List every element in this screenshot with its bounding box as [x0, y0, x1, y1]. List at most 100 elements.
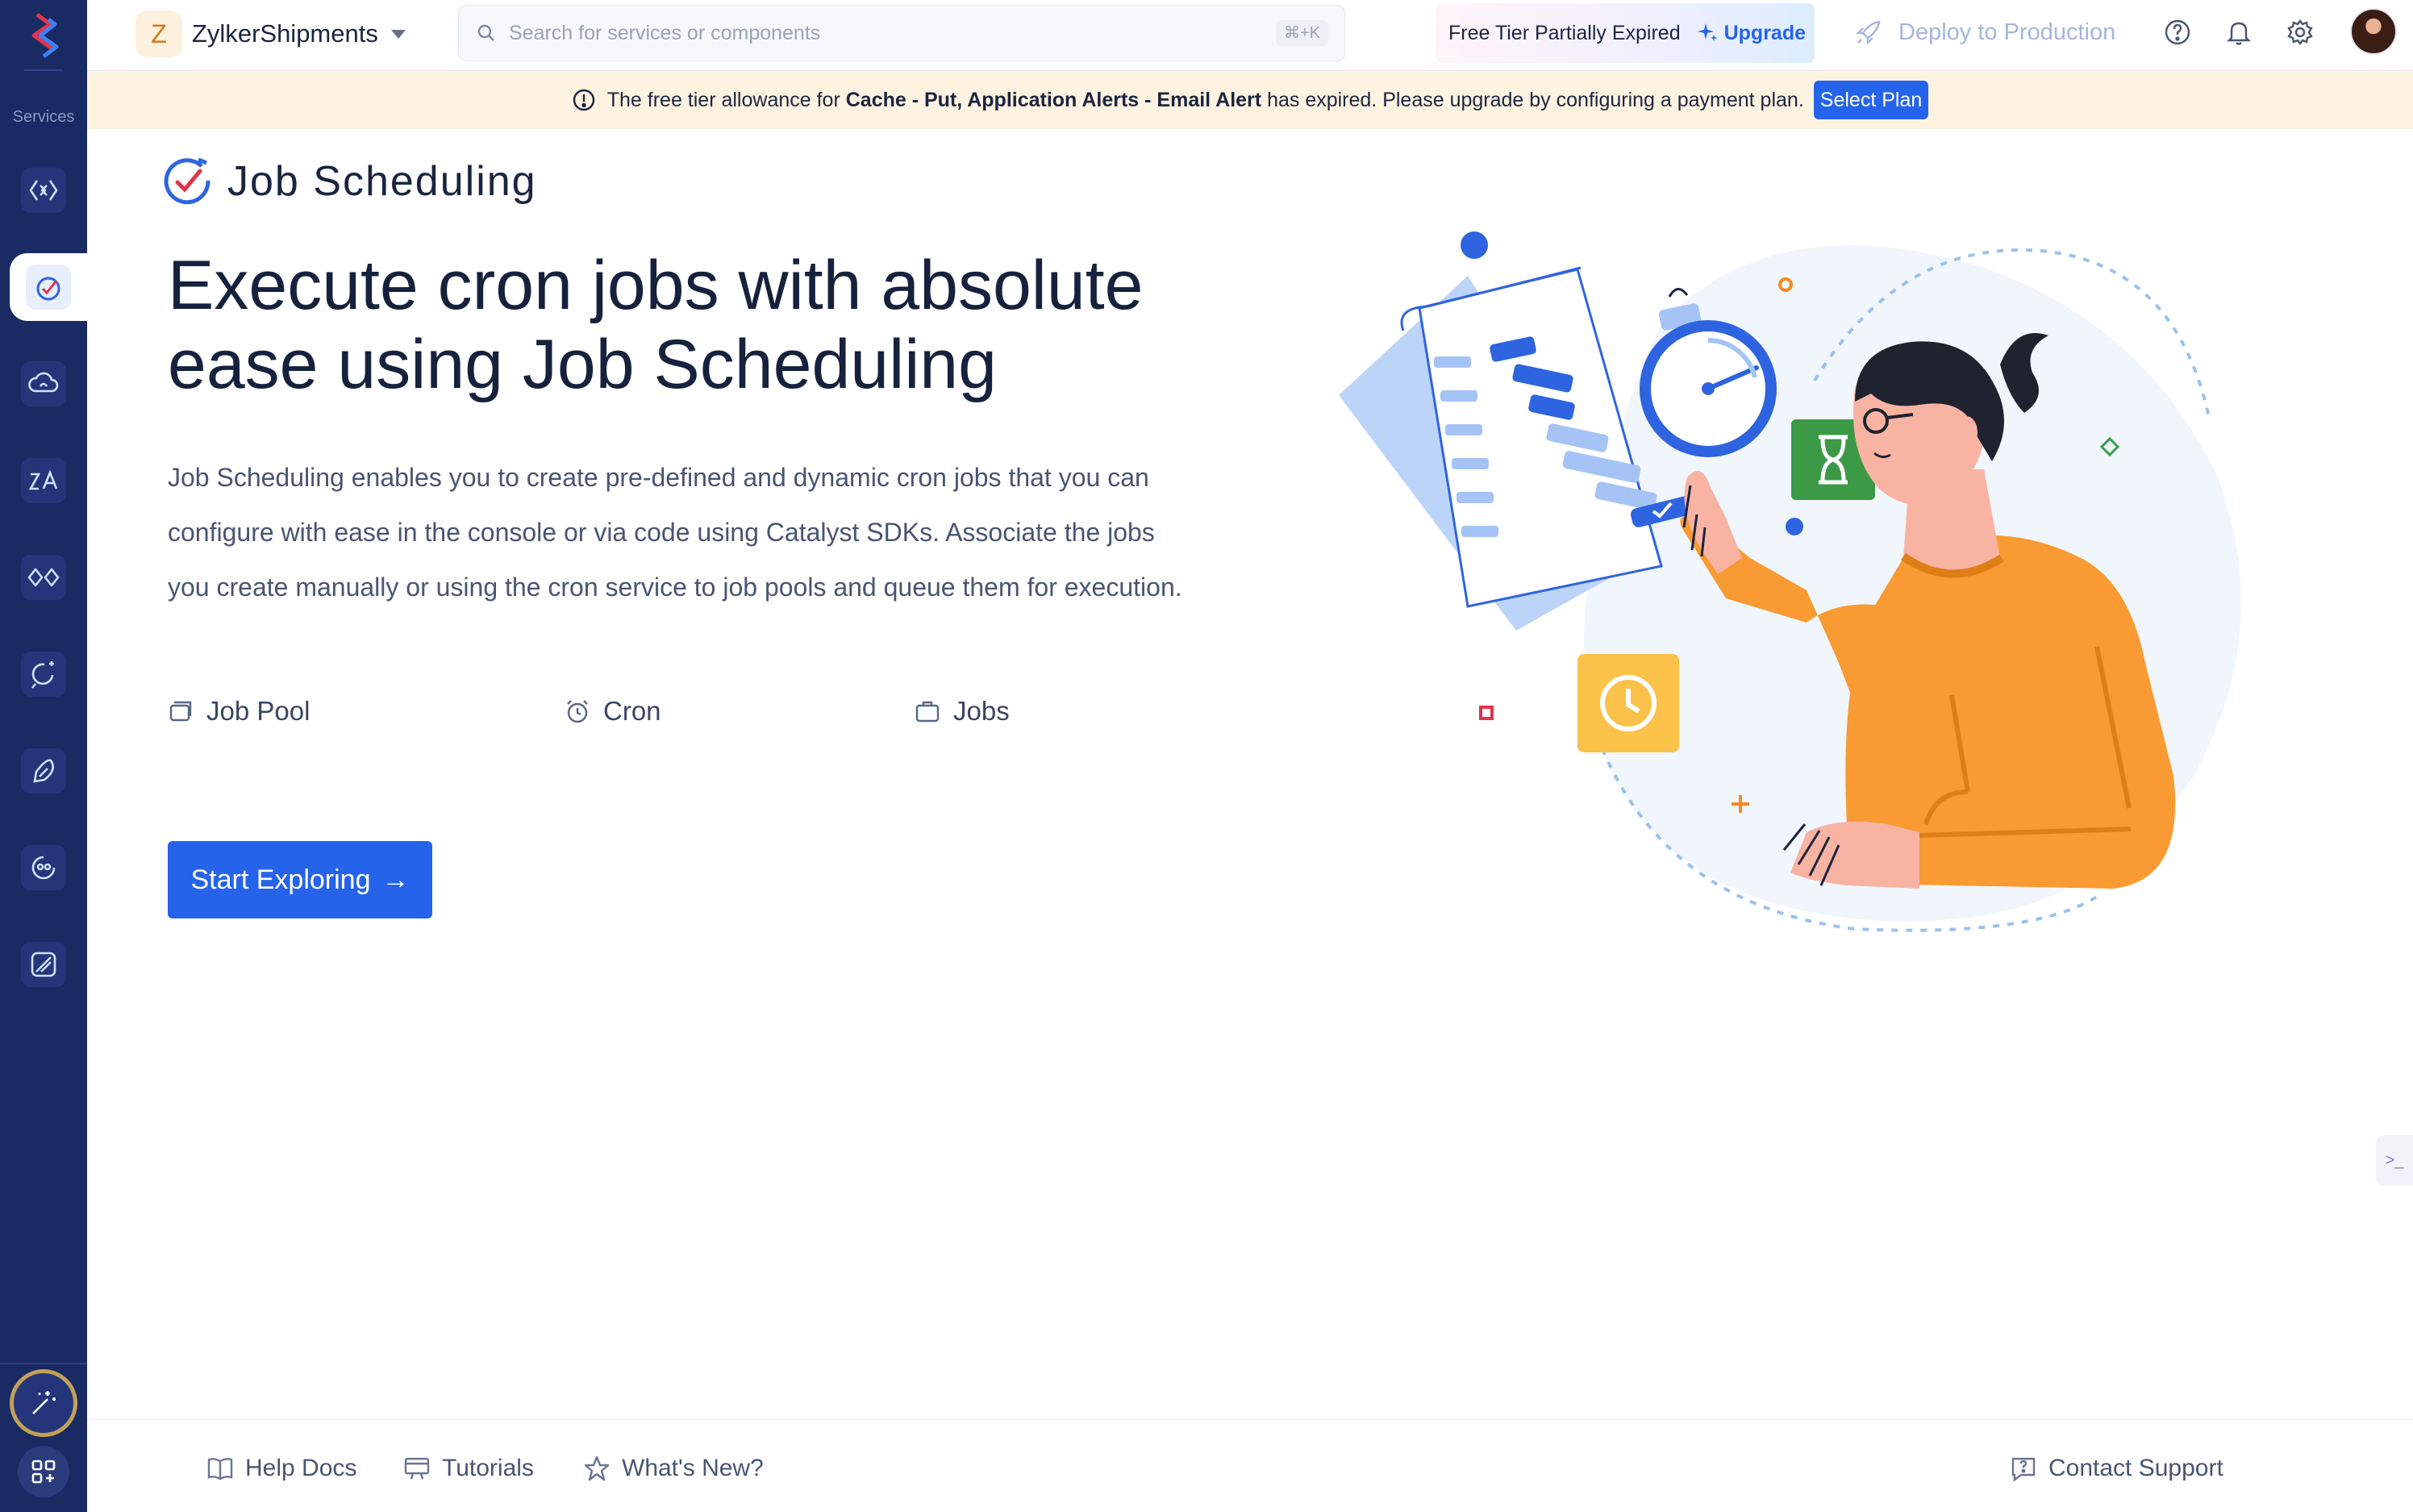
desc-line-3: you create manually or using the cron se…	[168, 573, 1182, 602]
tutorials-label: Tutorials	[442, 1455, 534, 1481]
whats-new-link[interactable]: What's New?	[583, 1452, 764, 1485]
book-icon	[207, 1458, 233, 1481]
sparkle-icon	[1697, 23, 1717, 41]
decor-square	[1479, 706, 1494, 720]
contact-support-link[interactable]: Contact Support	[2010, 1452, 2223, 1485]
api-gateway-icon	[29, 180, 58, 201]
star-icon	[584, 1456, 610, 1481]
rail-item-quickml[interactable]	[0, 640, 87, 708]
settings-button[interactable]	[2282, 15, 2318, 50]
rocket-icon	[1856, 20, 1881, 45]
start-exploring-label: Start Exploring	[190, 864, 371, 895]
feature-cron[interactable]: Cron	[565, 692, 661, 731]
briefcase-icon	[915, 701, 940, 723]
cloud-functions-icon	[28, 372, 59, 393]
help-circle-icon	[2165, 19, 2190, 45]
job-scheduling-icon	[164, 157, 210, 205]
job-scheduling-icon	[36, 277, 60, 301]
arrow-right-icon: →	[381, 864, 410, 895]
feature-cron-label: Cron	[603, 696, 661, 726]
rail-item-cloud-functions[interactable]	[0, 350, 87, 418]
footer: Help Docs Tutorials What's New? Contact …	[87, 1419, 2413, 1512]
stopwatch-stem	[1668, 288, 1689, 298]
feature-job-pool-label: Job Pool	[206, 696, 310, 726]
person-ear	[1955, 416, 1977, 448]
service-title: Job Scheduling	[227, 158, 537, 205]
help-button[interactable]	[2160, 15, 2195, 50]
search-shortcut: ⌘+K	[1275, 20, 1328, 46]
alert-circle-icon	[573, 89, 594, 111]
tutorials-icon	[404, 1457, 430, 1480]
decor-dot	[1786, 518, 1803, 535]
project-initial-badge: Z	[135, 10, 182, 57]
bell-icon	[2227, 22, 2251, 45]
service-header: Job Scheduling	[161, 155, 537, 208]
banner-prefix: The free tier allowance for	[606, 88, 840, 111]
rail-item-zia[interactable]	[0, 447, 87, 514]
upgrade-button[interactable]: Upgrade	[1697, 22, 1806, 45]
apps-grid-icon	[31, 1460, 56, 1484]
terminal-side-tab[interactable]: >_	[2376, 1135, 2413, 1185]
stopwatch-center	[1702, 382, 1715, 395]
tutorials-link[interactable]: Tutorials	[403, 1452, 534, 1485]
quickml-icon	[31, 661, 54, 689]
alarm-clock-icon	[567, 700, 588, 723]
free-tier-status: Free Tier Partially Expired Upgrade	[1436, 3, 1815, 63]
rail-item-data[interactable]	[0, 931, 87, 998]
search-input[interactable]: Search for services or components ⌘+K	[458, 5, 1345, 61]
job-pool-icon	[169, 701, 192, 722]
free-tier-text: Free Tier Partially Expired	[1448, 21, 1681, 44]
rail-divider-bottom	[0, 1363, 87, 1364]
select-plan-button[interactable]: Select Plan	[1813, 81, 1929, 119]
rail-item-signals[interactable]	[0, 834, 87, 902]
signals-icon	[31, 856, 56, 880]
project-name: ZylkerShipments	[192, 19, 378, 48]
pipelines-icon	[33, 759, 54, 783]
user-avatar[interactable]	[2350, 8, 2397, 55]
rail-services-label: Services	[12, 108, 75, 126]
help-docs-label: Help Docs	[245, 1455, 357, 1481]
contact-support-label: Contact Support	[2048, 1455, 2223, 1481]
magic-wand-button[interactable]	[10, 1369, 77, 1437]
job-scheduling-illustration	[1339, 231, 2241, 932]
search-icon	[477, 24, 494, 41]
hero-line-1: Execute cron jobs with absolute	[168, 247, 1144, 324]
apps-grid-button[interactable]	[18, 1446, 69, 1497]
caret-down-icon	[390, 29, 406, 39]
deploy-to-production-button[interactable]: Deploy to Production	[1855, 15, 2115, 50]
feature-jobs[interactable]: Jobs	[915, 692, 1010, 731]
feature-jobs-label: Jobs	[953, 696, 1010, 726]
notifications-button[interactable]	[2221, 15, 2257, 50]
banner-suffix: has expired. Please upgrade by configuri…	[1267, 88, 1804, 111]
top-bar: Z ZylkerShipments Search for services or…	[87, 0, 2413, 71]
desc-line-1: Job Scheduling enables you to create pre…	[168, 463, 1149, 492]
gear-icon	[2287, 19, 2313, 45]
rail-item-job-scheduling[interactable]	[10, 253, 87, 321]
rail-item-connectors[interactable]	[0, 544, 87, 611]
feature-job-pool[interactable]: Job Pool	[168, 692, 310, 731]
services-rail: Services	[0, 0, 87, 1512]
person-hand-front	[1790, 821, 1919, 889]
whats-new-label: What's New?	[622, 1455, 764, 1481]
rail-item-api-gateway[interactable]	[0, 156, 87, 224]
data-icon	[31, 952, 56, 977]
start-exploring-button[interactable]: Start Exploring →	[168, 841, 432, 918]
rail-item-pipelines[interactable]	[0, 737, 87, 805]
hero-line-2: ease using Job Scheduling	[168, 326, 997, 403]
desc-line-2: configure with ease in the console or vi…	[168, 518, 1155, 547]
hero-heading: Execute cron jobs with absolute ease usi…	[168, 246, 1297, 404]
help-docs-link[interactable]: Help Docs	[206, 1452, 356, 1485]
service-description: Job Scheduling enables you to create pre…	[168, 450, 1297, 614]
zia-icon	[28, 469, 58, 490]
support-chat-icon	[2011, 1457, 2036, 1482]
doc-front	[1418, 268, 1663, 608]
search-placeholder: Search for services or components	[509, 21, 821, 44]
rail-divider	[24, 69, 63, 71]
free-tier-expired-banner: The free tier allowance for Cache - Put,…	[87, 71, 2413, 129]
banner-services: Cache - Put, Application Alerts - Email …	[845, 88, 1262, 111]
deploy-label: Deploy to Production	[1898, 19, 2116, 45]
connectors-icon	[27, 568, 60, 587]
catalyst-logo[interactable]	[19, 8, 68, 65]
decor-dot	[1461, 231, 1488, 259]
project-selector[interactable]: Z ZylkerShipments	[135, 10, 406, 58]
